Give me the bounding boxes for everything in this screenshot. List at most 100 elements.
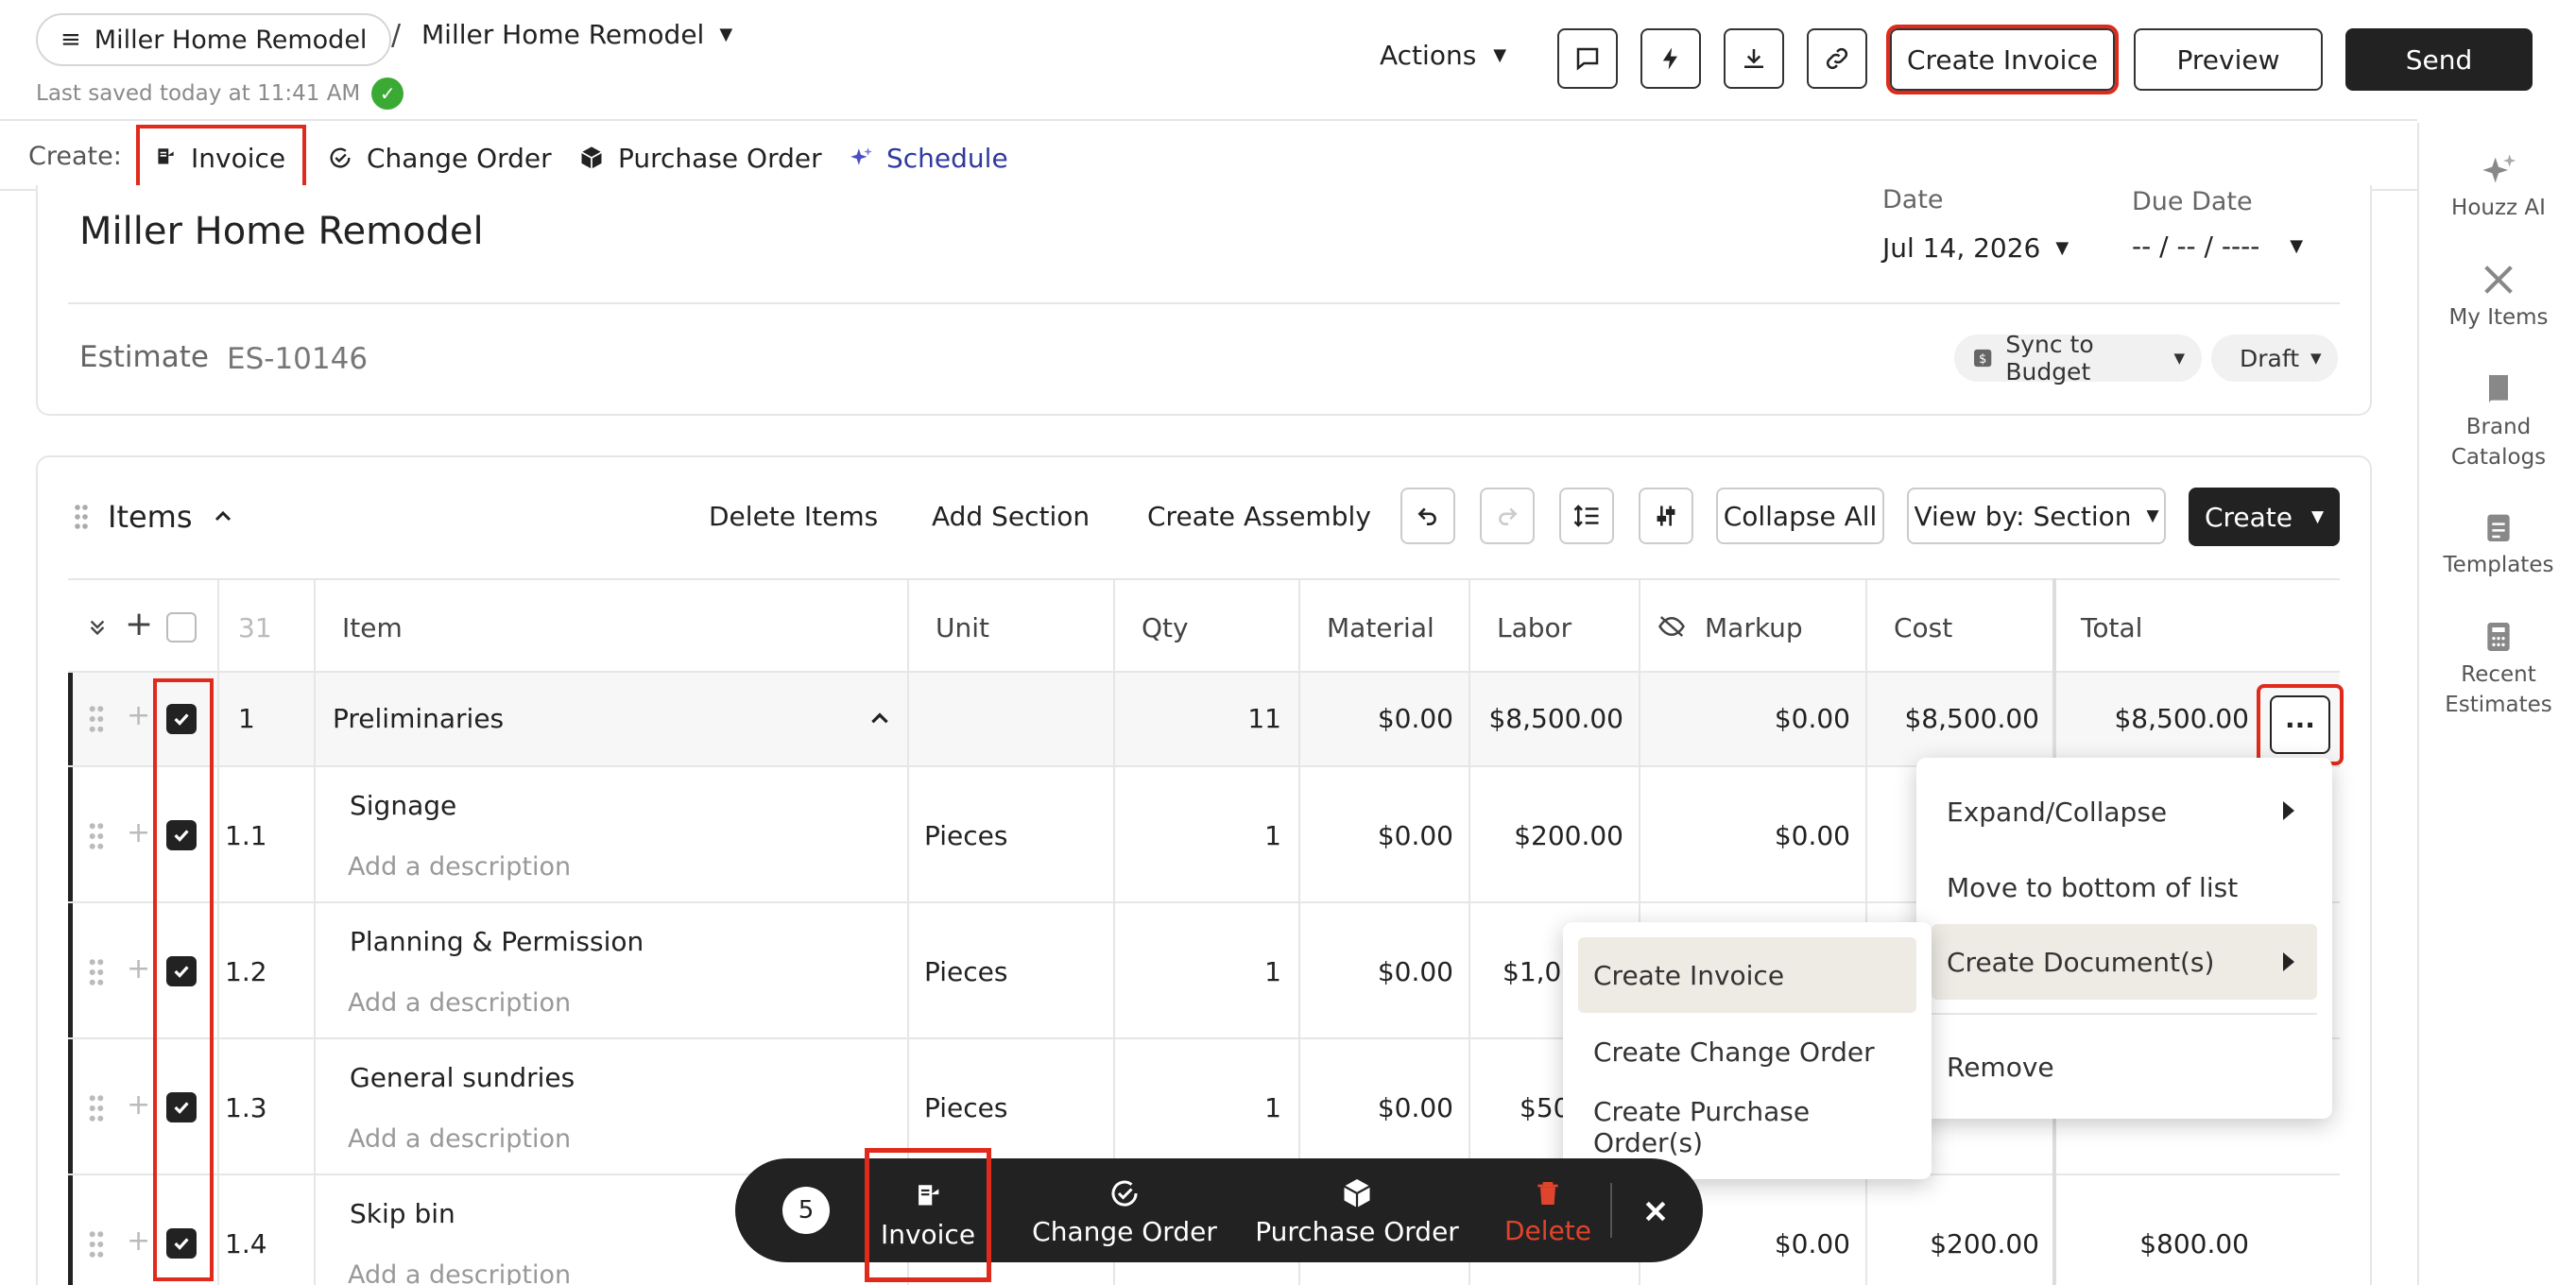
project-dropdown[interactable]: Miller Home Remodel ▼ bbox=[421, 19, 732, 50]
collapse-all-button[interactable]: Collapse All bbox=[1716, 488, 1884, 544]
create-purchase-order-tab[interactable]: Purchase Order bbox=[565, 132, 835, 183]
cell-material[interactable]: $0.00 bbox=[1300, 1092, 1453, 1123]
copy-link-button[interactable] bbox=[1807, 28, 1867, 89]
menu-item-expand-collapse[interactable]: Expand/Collapse bbox=[1932, 777, 2317, 847]
send-button[interactable]: Send bbox=[2345, 28, 2533, 91]
create-change-order-tab[interactable]: Change Order bbox=[314, 132, 565, 183]
cell-labor[interactable]: $8,500.00 bbox=[1470, 703, 1623, 734]
sidebar-item-templates[interactable]: Templates bbox=[2419, 508, 2576, 580]
sidebar-item-recent-estimates[interactable]: Recent Estimates bbox=[2419, 618, 2576, 720]
due-date-picker[interactable]: -- / -- / ---- ▼ bbox=[2132, 231, 2303, 262]
cell-qty[interactable]: 1 bbox=[1115, 820, 1281, 851]
column-header-cost[interactable]: Cost bbox=[1894, 612, 1952, 643]
create-assembly-button[interactable]: Create Assembly bbox=[1147, 501, 1371, 532]
line-spacing-icon bbox=[1573, 505, 1599, 527]
item-description[interactable]: Add a description bbox=[348, 988, 571, 1018]
column-header-markup[interactable]: Markup bbox=[1705, 612, 1803, 643]
column-header-total[interactable]: Total bbox=[2081, 612, 2142, 643]
item-name[interactable]: General sundries bbox=[350, 1062, 575, 1093]
menu-item-create-documents[interactable]: Create Document(s) bbox=[1932, 924, 2317, 1000]
add-section-button[interactable]: Add Section bbox=[932, 501, 1090, 532]
sidebar-item-brand-catalogs[interactable]: Brand Catalogs bbox=[2419, 370, 2576, 472]
cell-labor[interactable]: $200.00 bbox=[1470, 820, 1623, 851]
item-name[interactable]: Skip bin bbox=[350, 1198, 455, 1229]
cell-qty[interactable]: 1 bbox=[1115, 956, 1281, 987]
cell-material[interactable]: $0.00 bbox=[1300, 820, 1453, 851]
bulk-change-order-button[interactable]: Change Order bbox=[1030, 1168, 1219, 1255]
delete-items-button[interactable]: Delete Items bbox=[709, 501, 878, 532]
create-dropdown-button[interactable]: Create ▼ bbox=[2189, 488, 2340, 546]
expand-all-icon[interactable] bbox=[87, 616, 108, 639]
column-settings-button[interactable] bbox=[1639, 488, 1693, 544]
column-header-material[interactable]: Material bbox=[1327, 612, 1434, 643]
row-height-button[interactable] bbox=[1559, 488, 1614, 544]
create-schedule-tab[interactable]: Schedule bbox=[835, 132, 1022, 183]
cell-material[interactable]: $0.00 bbox=[1300, 703, 1453, 734]
submenu-item-create-change-order[interactable]: Create Change Order bbox=[1578, 1017, 1916, 1087]
undo-button[interactable] bbox=[1400, 488, 1455, 544]
project-menu-pill[interactable]: ≡ Miller Home Remodel bbox=[36, 13, 392, 66]
column-header-item[interactable]: Item bbox=[342, 612, 403, 643]
view-by-dropdown[interactable]: View by: Section ▼ bbox=[1907, 488, 2166, 544]
create-invoice-tab[interactable]: Invoice bbox=[136, 125, 306, 191]
status-dropdown[interactable]: Draft ▼ bbox=[2211, 334, 2338, 382]
cell-qty[interactable]: 11 bbox=[1115, 703, 1281, 734]
select-all-checkbox[interactable] bbox=[166, 612, 197, 642]
row-checkbox[interactable] bbox=[166, 1092, 197, 1122]
column-header-qty[interactable]: Qty bbox=[1142, 612, 1189, 643]
download-button[interactable] bbox=[1724, 28, 1784, 89]
column-header-labor[interactable]: Labor bbox=[1497, 612, 1571, 643]
cell-material[interactable]: $0.00 bbox=[1300, 956, 1453, 987]
bulk-purchase-order-button[interactable]: Purchase Order bbox=[1253, 1168, 1461, 1255]
actions-dropdown[interactable]: Actions ▼ bbox=[1380, 40, 1506, 71]
cell-unit[interactable]: Pieces bbox=[924, 956, 1007, 987]
item-description[interactable]: Add a description bbox=[348, 852, 571, 882]
items-header[interactable]: Items bbox=[74, 499, 234, 535]
add-row-icon[interactable]: + bbox=[127, 816, 150, 849]
cell-unit[interactable]: Pieces bbox=[924, 1092, 1007, 1123]
menu-item-remove[interactable]: Remove bbox=[1932, 1032, 2317, 1102]
drag-handle-icon[interactable] bbox=[87, 822, 106, 850]
drag-handle-icon[interactable] bbox=[87, 958, 106, 986]
date-picker[interactable]: Jul 14, 2026 ▼ bbox=[1882, 232, 2069, 264]
submenu-item-create-invoice[interactable]: Create Invoice bbox=[1578, 937, 1916, 1013]
eye-off-icon[interactable] bbox=[1657, 614, 1686, 639]
quick-action-button[interactable] bbox=[1640, 28, 1701, 89]
row-checkbox[interactable] bbox=[166, 1228, 197, 1259]
add-row-icon[interactable]: + bbox=[125, 605, 153, 643]
comment-button[interactable] bbox=[1557, 28, 1618, 89]
cell-qty[interactable]: 1 bbox=[1115, 1092, 1281, 1123]
sidebar-item-my-items[interactable]: My Items bbox=[2419, 261, 2576, 333]
drag-handle-icon[interactable] bbox=[87, 705, 106, 733]
drag-handle-icon[interactable] bbox=[87, 1230, 106, 1259]
row-checkbox[interactable] bbox=[166, 820, 197, 850]
preview-button[interactable]: Preview bbox=[2134, 28, 2323, 91]
add-row-icon[interactable]: + bbox=[127, 699, 150, 732]
create-invoice-button[interactable]: Create Invoice bbox=[1886, 25, 2119, 94]
item-description[interactable]: Add a description bbox=[348, 1124, 571, 1154]
item-name[interactable]: Planning & Permission bbox=[350, 926, 644, 957]
sync-to-budget-dropdown[interactable]: $ Sync to Budget ▼ bbox=[1954, 331, 2202, 386]
row-checkbox[interactable] bbox=[166, 704, 197, 734]
row-more-button[interactable]: ··· bbox=[2270, 695, 2330, 754]
add-row-icon[interactable]: + bbox=[127, 952, 150, 985]
column-header-unit[interactable]: Unit bbox=[936, 612, 989, 643]
sidebar-item-houzz-ai[interactable]: Houzz AI bbox=[2419, 151, 2576, 223]
cell-unit[interactable]: Pieces bbox=[924, 820, 1007, 851]
menu-item-move-to-bottom[interactable]: Move to bottom of list bbox=[1932, 852, 2317, 922]
item-name[interactable]: Signage bbox=[350, 790, 456, 821]
row-checkbox[interactable] bbox=[166, 956, 197, 986]
bulk-invoice-button[interactable]: Invoice bbox=[865, 1148, 991, 1282]
item-description[interactable]: Add a description bbox=[348, 1260, 571, 1285]
chevron-up-icon[interactable] bbox=[867, 707, 892, 731]
bulk-delete-button[interactable]: Delete bbox=[1491, 1168, 1605, 1255]
close-bulk-bar-button[interactable] bbox=[1627, 1183, 1684, 1240]
add-row-icon[interactable]: + bbox=[127, 1225, 150, 1258]
cell-markup[interactable]: $0.00 bbox=[1640, 703, 1850, 734]
redo-button[interactable] bbox=[1480, 488, 1535, 544]
section-name[interactable]: Preliminaries bbox=[333, 703, 504, 734]
drag-handle-icon[interactable] bbox=[87, 1094, 106, 1122]
cell-markup[interactable]: $0.00 bbox=[1640, 820, 1850, 851]
submenu-item-create-purchase-orders[interactable]: Create Purchase Order(s) bbox=[1578, 1092, 1916, 1162]
add-row-icon[interactable]: + bbox=[127, 1088, 150, 1122]
